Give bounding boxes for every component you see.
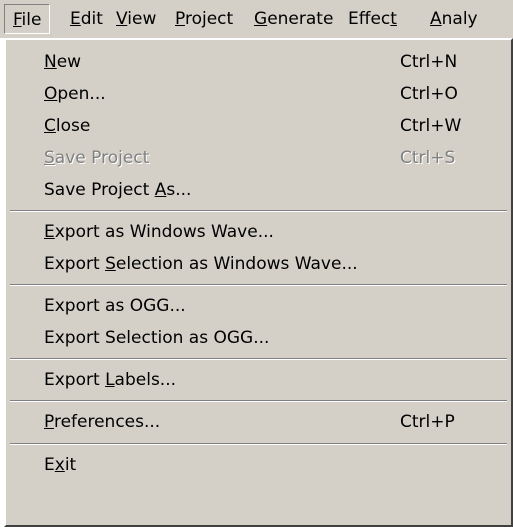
menu-item-label: Close [44,116,91,136]
menu-item-label: Export as OGG... [44,296,186,316]
menu-item-export-selection-as-windows-wave[interactable]: Export Selection as Windows Wave... [12,248,505,280]
menu-edit[interactable]: Edit [62,4,111,34]
menu-separator [10,284,507,286]
menu-separator [10,400,507,402]
menu-separator [10,443,507,445]
menu-file[interactable]: File [4,4,51,34]
menu-item-exit[interactable]: Exit [12,449,505,481]
menu-item-shortcut: Ctrl+O [400,84,458,104]
menu-item-open[interactable]: Open... Ctrl+O [12,78,505,110]
menu-item-label: Open... [44,84,106,104]
menu-item-shortcut: Ctrl+S [400,148,456,168]
menu-item-label: Export Labels... [44,370,177,390]
menu-item-shortcut: Ctrl+N [400,52,458,72]
menu-item-save-project: Save Project Ctrl+S [12,142,505,174]
menu-item-label: Save Project [44,148,150,168]
menu-item-shortcut: Ctrl+W [400,116,462,136]
menu-analy[interactable]: Analy [422,4,486,34]
menu-item-export-as-ogg[interactable]: Export as OGG... [12,290,505,322]
menu-item-label: Export Selection as Windows Wave... [44,254,358,274]
menu-item-shortcut: Ctrl+P [400,412,455,432]
menu-item-export-labels[interactable]: Export Labels... [12,364,505,396]
menu-item-new[interactable]: New Ctrl+N [12,46,505,78]
menu-item-label: Preferences... [44,412,161,432]
file-menu-dropdown: New Ctrl+N Open... Ctrl+O Close Ctrl+W Save Pr… [4,38,513,527]
menu-project[interactable]: Project [167,4,241,34]
menu-item-close[interactable]: Close Ctrl+W [12,110,505,142]
menu-item-label: New [44,52,82,72]
menu-generate[interactable]: Generate [246,4,341,34]
menu-item-save-project-as[interactable]: Save Project As... [12,174,505,206]
menu-item-label: Exit [44,455,77,475]
menu-bar: File Edit View Project Generate Effect Analy [0,0,513,38]
menu-effect[interactable]: Effect [340,4,405,34]
menu-item-label: Export as Windows Wave... [44,222,274,242]
menu-separator [10,210,507,212]
menu-item-label: Export Selection as OGG... [44,328,270,348]
menu-item-export-as-windows-wave[interactable]: Export as Windows Wave... [12,216,505,248]
menu-separator [10,358,507,360]
menu-item-preferences[interactable]: Preferences... Ctrl+P [12,406,505,438]
menu-view[interactable]: View [108,4,164,34]
menu-item-label: Save Project As... [44,180,192,200]
menu-item-export-selection-as-ogg[interactable]: Export Selection as OGG... [12,322,505,354]
